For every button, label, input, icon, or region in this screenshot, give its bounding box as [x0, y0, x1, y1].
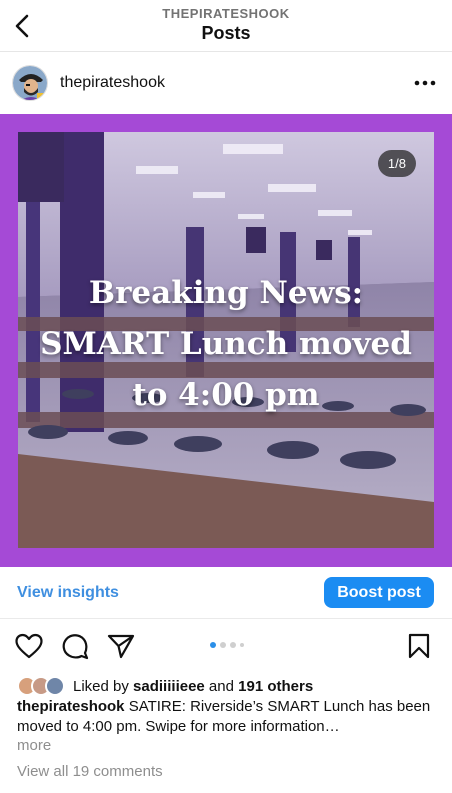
comment-button[interactable]: [60, 631, 90, 661]
insights-bar: View insights Boost post: [0, 567, 452, 619]
like-button[interactable]: [14, 631, 44, 661]
bookmark-icon: [408, 633, 430, 659]
post-caption: thepirateshook SATIRE: Riverside’s SMART…: [17, 697, 435, 737]
view-comments-link[interactable]: View all 19 comments: [17, 763, 163, 780]
likes-prefix: Liked by: [73, 677, 134, 695]
likes-middle: and: [204, 677, 239, 695]
view-insights-link[interactable]: View insights: [17, 584, 119, 602]
comment-icon: [62, 634, 89, 660]
post-username[interactable]: thepirateshook: [60, 74, 165, 92]
more-horizontal-icon: [414, 80, 436, 86]
save-button[interactable]: [404, 631, 434, 661]
post-actions: [0, 620, 452, 670]
page-title: Posts: [201, 23, 251, 43]
post-media[interactable]: Breaking News: SMART Lunch moved to 4:00…: [0, 114, 452, 567]
caption-username[interactable]: thepirateshook: [17, 698, 125, 715]
headline-line-3: to 4:00 pm: [132, 377, 320, 413]
post-header: thepirateshook: [0, 52, 452, 114]
send-icon: [107, 634, 135, 659]
top-bar: THEPIRATESHOOK Posts: [0, 0, 452, 52]
liker-avatar: [45, 676, 65, 696]
liker-username[interactable]: sadiiiiieee: [133, 678, 205, 695]
more-options-button[interactable]: [412, 70, 438, 96]
pirate-avatar-icon: [13, 66, 47, 100]
share-button[interactable]: [106, 631, 136, 661]
headline: Breaking News: SMART Lunch moved to 4:00…: [18, 268, 434, 421]
header-titles: THEPIRATESHOOK Posts: [0, 6, 452, 44]
heart-icon: [15, 633, 43, 659]
carousel-dot: [230, 642, 236, 648]
headline-line-1: Breaking News:: [88, 275, 364, 311]
carousel-dot: [240, 643, 244, 647]
likes-summary[interactable]: Liked by sadiiiiieee and 191 others: [17, 675, 313, 697]
cafeteria-photo: Breaking News: SMART Lunch moved to 4:00…: [18, 132, 434, 548]
carousel-dot-active: [210, 642, 216, 648]
liker-avatars: [17, 676, 65, 696]
account-name: THEPIRATESHOOK: [162, 6, 290, 21]
headline-line-2: SMART Lunch moved: [40, 326, 412, 362]
avatar[interactable]: [12, 65, 48, 101]
carousel-dot: [220, 642, 226, 648]
slide-counter: 1/8: [377, 150, 416, 177]
carousel-indicator: [210, 642, 244, 648]
caption-more-link[interactable]: more: [17, 737, 51, 754]
likes-others[interactable]: 191 others: [238, 678, 313, 695]
boost-post-button[interactable]: Boost post: [324, 577, 434, 608]
